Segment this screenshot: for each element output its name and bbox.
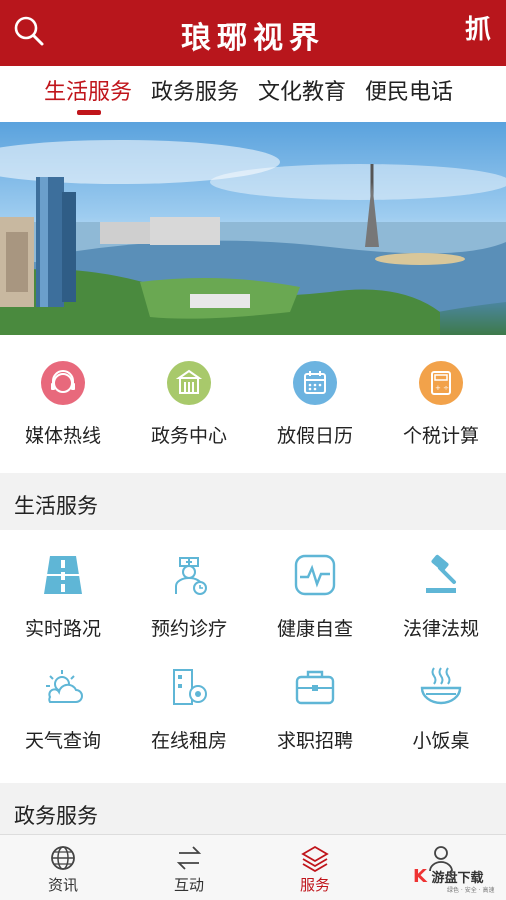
nav-item-interact[interactable]: 互动 — [126, 835, 252, 900]
section-title-life: 生活服务 — [14, 494, 98, 518]
quick-services: 媒体热线 政务中心 放假日历 + ÷ 个税计算 — [0, 335, 506, 473]
calendar-icon — [293, 361, 337, 405]
service-label: 在线租房 — [150, 730, 227, 752]
nav-label: 互动 — [173, 876, 204, 894]
heartbeat-icon — [294, 554, 336, 596]
quick-item-tax-calculator[interactable]: + ÷ 个税计算 — [378, 335, 504, 473]
download-site-watermark: K 游盘下载 绿色 · 安全 · 高速 — [413, 866, 503, 896]
quick-label: 个税计算 — [402, 425, 479, 447]
headset-icon — [41, 361, 85, 405]
service-label: 求职招聘 — [276, 730, 353, 752]
globe-icon — [51, 846, 75, 870]
app-header: 琅琊视界 抓 — [0, 0, 506, 66]
quick-label: 放假日历 — [276, 425, 353, 447]
quick-label: 媒体热线 — [24, 425, 101, 447]
tab-convenience-phone[interactable]: 便民电话 — [365, 74, 453, 106]
layers-icon — [301, 845, 329, 872]
service-label: 天气查询 — [24, 730, 101, 752]
tab-culture-education[interactable]: 文化教育 — [258, 74, 346, 106]
service-item-health-check[interactable]: 健康自查 — [252, 530, 378, 642]
city-banner-image[interactable] — [0, 122, 506, 335]
active-tab-indicator — [77, 110, 101, 115]
svg-text:+ ÷: + ÷ — [435, 384, 449, 392]
doctor-icon — [175, 557, 207, 595]
tab-gov-services[interactable]: 政务服务 — [151, 74, 239, 106]
quick-item-gov-center[interactable]: 政务中心 — [126, 335, 252, 473]
house-key-icon — [173, 669, 207, 705]
road-icon — [44, 556, 82, 594]
nav-label: 资讯 — [47, 876, 78, 894]
gavel-icon — [426, 554, 456, 593]
service-item-law[interactable]: 法律法规 — [378, 530, 504, 642]
building-icon — [167, 361, 211, 405]
weather-icon — [46, 670, 83, 703]
section-title-gov: 政务服务 — [14, 804, 98, 828]
life-services-grid: 实时路况 预约诊疗 健康自查 法律法规 天气查询 在线租房 求职招聘 小饭桌 — [0, 530, 506, 783]
nav-item-news[interactable]: 资讯 — [0, 835, 126, 900]
food-bowl-icon — [420, 667, 462, 705]
swap-arrows-icon — [176, 846, 202, 870]
service-item-weather[interactable]: 天气查询 — [0, 642, 126, 754]
nav-label: 服务 — [299, 876, 330, 894]
service-item-traffic[interactable]: 实时路况 — [0, 530, 126, 642]
city-skyline-illustration — [0, 140, 506, 335]
briefcase-icon — [295, 670, 335, 705]
service-label: 健康自查 — [276, 618, 353, 640]
quick-item-media-hotline[interactable]: 媒体热线 — [0, 335, 126, 473]
service-item-jobs[interactable]: 求职招聘 — [252, 642, 378, 754]
watermark-text: 游盘下载 — [431, 871, 484, 886]
nav-item-services[interactable]: 服务 — [252, 835, 378, 900]
calculator-icon: + ÷ — [419, 361, 463, 405]
service-label: 预约诊疗 — [150, 618, 227, 640]
service-label: 法律法规 — [402, 618, 479, 640]
quick-label: 政务中心 — [150, 425, 227, 447]
app-title: 琅琊视界 — [181, 21, 325, 56]
watermark-tagline: 绿色 · 安全 · 高速 — [447, 887, 495, 894]
service-item-meal-table[interactable]: 小饭桌 — [378, 642, 504, 754]
service-item-rental[interactable]: 在线租房 — [126, 642, 252, 754]
watermark-brand-letter: K — [413, 866, 427, 887]
service-label: 实时路况 — [24, 618, 101, 640]
service-item-appointment[interactable]: 预约诊疗 — [126, 530, 252, 642]
category-tabs: 生活服务 政务服务 文化教育 便民电话 — [0, 66, 506, 122]
grab-hand-icon[interactable]: 抓 — [462, 14, 494, 46]
tab-life-services[interactable]: 生活服务 — [44, 74, 132, 106]
quick-item-holiday-calendar[interactable]: 放假日历 — [252, 335, 378, 473]
service-label: 小饭桌 — [412, 730, 470, 752]
